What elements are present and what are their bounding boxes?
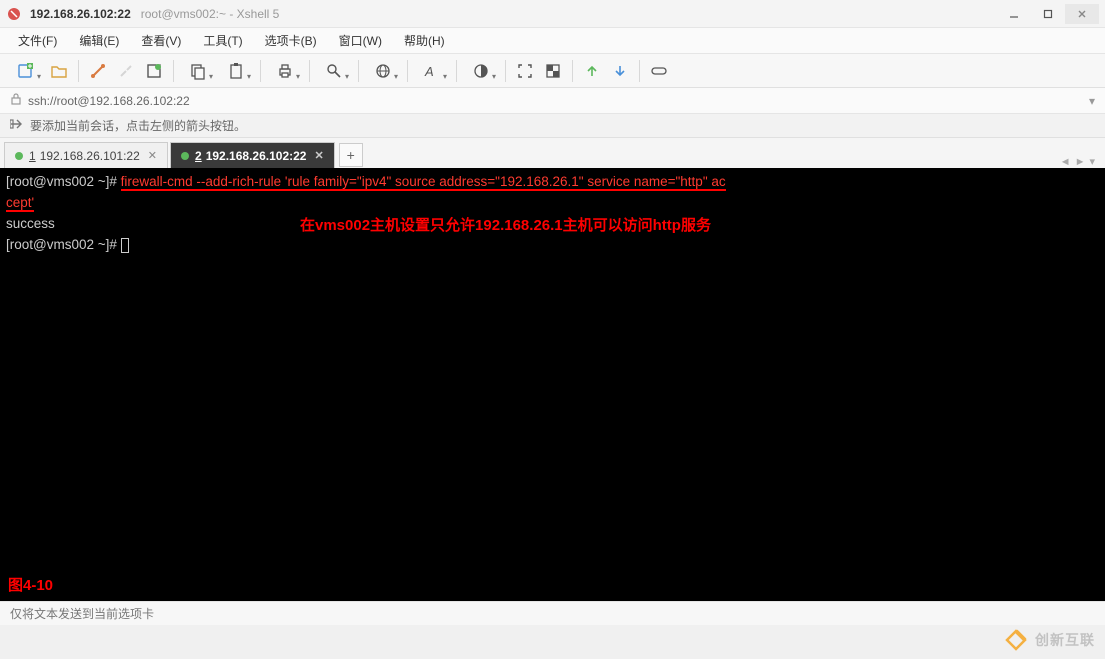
terminal-pane[interactable]: [root@vms002 ~]# firewall-cmd --add-rich… (0, 168, 1105, 601)
toolbar-separator (456, 60, 457, 82)
session-tab-active[interactable]: 2 192.168.26.102:22 ✕ (170, 142, 335, 168)
close-button[interactable] (1065, 4, 1099, 24)
figure-label: 图4-10 (8, 576, 53, 595)
find-button[interactable] (316, 58, 352, 84)
status-text: 仅将文本发送到当前选项卡 (10, 605, 154, 622)
toolbar: A (0, 54, 1105, 88)
font-button[interactable]: A (414, 58, 450, 84)
toolbar-separator (407, 60, 408, 82)
tab-nav-left-icon[interactable]: ◄ (1060, 156, 1071, 168)
new-session-button[interactable] (8, 58, 44, 84)
terminal-output: success (6, 216, 55, 231)
tab-close-icon[interactable]: ✕ (148, 149, 157, 162)
watermark-logo-icon (1003, 627, 1029, 653)
toolbar-separator (572, 60, 573, 82)
tab-strip: 1 192.168.26.101:22 ✕ 2 192.168.26.102:2… (0, 138, 1105, 168)
copy-button[interactable] (180, 58, 216, 84)
window-title-secondary: root@vms002:~ - Xshell 5 (141, 7, 280, 21)
window-controls (997, 4, 1099, 24)
terminal-prompt-hash: # (109, 237, 120, 252)
tab-nav-right-icon[interactable]: ► (1075, 156, 1086, 168)
status-dot-icon (181, 152, 189, 160)
tab-number: 1 (29, 149, 36, 163)
print-button[interactable] (267, 58, 303, 84)
reconnect-button[interactable] (141, 58, 167, 84)
app-icon (6, 6, 22, 22)
terminal-command-cont: cept' (6, 195, 34, 212)
status-dot-icon (15, 152, 23, 160)
menu-view[interactable]: 查看(V) (133, 28, 189, 53)
toolbar-separator (358, 60, 359, 82)
terminal-prompt: [root@vms002 ~] (6, 174, 109, 189)
terminal-annotation: 在vms002主机设置只允许192.168.26.1主机可以访问http服务 (300, 216, 711, 235)
address-bar[interactable]: ssh://root@192.168.26.102:22 ▾ (0, 88, 1105, 114)
address-dropdown-icon[interactable]: ▾ (1089, 94, 1095, 108)
tab-close-icon[interactable]: ✕ (314, 149, 323, 162)
toolbar-separator (309, 60, 310, 82)
tab-label: 192.168.26.102:22 (206, 149, 307, 163)
toolbar-separator (173, 60, 174, 82)
menu-bar: 文件(F) 编辑(E) 查看(V) 工具(T) 选项卡(B) 窗口(W) 帮助(… (0, 28, 1105, 54)
toolbar-separator (505, 60, 506, 82)
toolbar-separator (639, 60, 640, 82)
hint-bar: 要添加当前会话，点击左侧的箭头按钮。 (0, 114, 1105, 138)
globe-button[interactable] (365, 58, 401, 84)
terminal-command: firewall-cmd --add-rich-rule 'rule famil… (121, 174, 726, 191)
toolbar-separator (260, 60, 261, 82)
terminal-prompt-hash: # (109, 174, 120, 189)
upload-button[interactable] (579, 58, 605, 84)
add-tab-button[interactable]: + (339, 143, 363, 167)
watermark-text: 创新互联 (1035, 630, 1095, 650)
hint-arrow-icon (10, 118, 24, 133)
hint-text: 要添加当前会话，点击左侧的箭头按钮。 (30, 117, 246, 134)
lock-icon (10, 93, 22, 108)
tab-label: 192.168.26.101:22 (40, 149, 140, 163)
toolbar-separator (78, 60, 79, 82)
tab-nav-menu-icon[interactable]: ▾ (1089, 155, 1095, 168)
menu-help[interactable]: 帮助(H) (396, 28, 453, 53)
download-button[interactable] (607, 58, 633, 84)
window-title-primary: 192.168.26.102:22 (30, 7, 131, 21)
menu-window[interactable]: 窗口(W) (331, 28, 390, 53)
tab-nav: ◄ ► ▾ (1060, 155, 1101, 168)
color-scheme-button[interactable] (463, 58, 499, 84)
window-titlebar: 192.168.26.102:22 root@vms002:~ - Xshell… (0, 0, 1105, 28)
svg-text:A: A (424, 64, 434, 79)
terminal-cursor (121, 238, 129, 253)
disconnect-button[interactable] (113, 58, 139, 84)
tab-number: 2 (195, 149, 202, 163)
terminal-prompt: [root@vms002 ~] (6, 237, 109, 252)
minimize-button[interactable] (997, 4, 1031, 24)
fullscreen-button[interactable] (512, 58, 538, 84)
status-bar: 仅将文本发送到当前选项卡 (0, 601, 1105, 625)
menu-tools[interactable]: 工具(T) (195, 28, 250, 53)
menu-tabs[interactable]: 选项卡(B) (257, 28, 325, 53)
compose-bar-button[interactable] (646, 58, 672, 84)
open-button[interactable] (46, 58, 72, 84)
paste-button[interactable] (218, 58, 254, 84)
maximize-button[interactable] (1031, 4, 1065, 24)
menu-edit[interactable]: 编辑(E) (71, 28, 127, 53)
connect-button[interactable] (85, 58, 111, 84)
address-url: ssh://root@192.168.26.102:22 (28, 94, 190, 108)
menu-file[interactable]: 文件(F) (10, 28, 65, 53)
transparency-button[interactable] (540, 58, 566, 84)
session-tab[interactable]: 1 192.168.26.101:22 ✕ (4, 142, 168, 168)
watermark: 创新互联 (1003, 627, 1095, 653)
